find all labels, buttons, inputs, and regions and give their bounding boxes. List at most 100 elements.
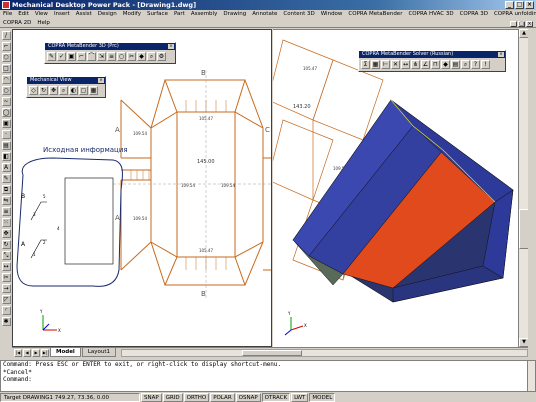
stretch-tool-icon[interactable]: ↔ — [1, 262, 11, 271]
solver-palette[interactable]: COPRA MetaBender Solver (Russian) × Σ ▦ … — [358, 50, 506, 72]
check-icon[interactable]: ✓ — [57, 52, 66, 61]
tab-next-icon[interactable]: ▶ — [32, 348, 40, 357]
close-icon[interactable]: × — [98, 78, 104, 83]
menu-item-copra-2d[interactable]: COPRA 2D — [3, 19, 31, 27]
box-icon[interactable]: ▣ — [67, 52, 76, 61]
orbit-icon[interactable]: ↻ — [39, 86, 48, 95]
polyline-tool-icon[interactable]: ⌐ — [1, 42, 11, 51]
scale-tool-icon[interactable]: ⤡ — [1, 251, 11, 260]
wireframe-icon[interactable]: ▢ — [79, 86, 88, 95]
menu-item-window[interactable]: Window — [321, 10, 343, 19]
mechanical-view-palette[interactable]: Mechanical View × ◇ ↻ ✥ ⌕ ◐ ▢ ▦ — [26, 76, 106, 98]
pan-icon[interactable]: ✥ — [49, 86, 58, 95]
part-icon[interactable]: ◆ — [441, 60, 450, 69]
zoom-window-icon[interactable]: ⌕ — [59, 86, 68, 95]
tab-last-icon[interactable]: ▶| — [41, 348, 49, 357]
flange-icon[interactable]: ⌐ — [77, 52, 86, 61]
hide-icon[interactable]: ▦ — [89, 86, 98, 95]
weld-icon[interactable]: ⋔ — [411, 60, 420, 69]
hscroll-thumb[interactable] — [242, 349, 303, 356]
view-3d-icon[interactable]: ◇ — [29, 86, 38, 95]
close-icon[interactable]: × — [498, 52, 504, 57]
hatch-tool-icon[interactable]: ▤ — [1, 141, 11, 150]
fillet-tool-icon[interactable]: ◜ — [1, 306, 11, 315]
explode-tool-icon[interactable]: ✱ — [1, 317, 11, 326]
menu-item-copra-metabender[interactable]: COPRA MetaBender — [348, 10, 402, 19]
menu-item-copra-hvac-3d[interactable]: COPRA HVAC 3D — [408, 10, 453, 19]
menu-item-copra-unfolding[interactable]: COPRA unfolding — [494, 10, 536, 19]
rotate-tool-icon[interactable]: ↻ — [1, 240, 11, 249]
doc-minimize-button[interactable]: _ — [510, 21, 517, 27]
copy-tool-icon[interactable]: ⧉ — [1, 185, 11, 194]
help-icon[interactable]: ? — [471, 60, 480, 69]
erase-tool-icon[interactable]: ✎ — [1, 174, 11, 183]
rib-icon[interactable]: ≡ — [107, 52, 116, 61]
menu-item-copra-3d[interactable]: COPRA 3D — [460, 10, 488, 19]
model-toggle[interactable]: MODEL — [309, 392, 336, 402]
menu-item-assembly[interactable]: Assembly — [191, 10, 218, 19]
calc-icon[interactable]: Σ — [361, 60, 370, 69]
vertical-scrollbar[interactable]: ▲ ▼ — [518, 29, 529, 347]
mirror-tool-icon[interactable]: ⇋ — [1, 196, 11, 205]
minimize-button[interactable]: _ — [505, 1, 514, 9]
tab-model[interactable]: Model — [50, 348, 81, 357]
ortho-toggle[interactable]: ORTHO — [183, 392, 210, 402]
menu-item-drawing[interactable]: Drawing — [223, 10, 246, 19]
rectangle-tool-icon[interactable]: □ — [1, 64, 11, 73]
edit-icon[interactable]: ✎ — [47, 52, 56, 61]
solid-icon[interactable]: ◆ — [137, 52, 146, 61]
menu-item-content-3d[interactable]: Content 3D — [283, 10, 314, 19]
menu-item-part[interactable]: Part — [174, 10, 185, 19]
table-icon[interactable]: ▤ — [451, 60, 460, 69]
spline-tool-icon[interactable]: ~ — [1, 97, 11, 106]
arc-tool-icon[interactable]: ◠ — [1, 75, 11, 84]
palette-title[interactable]: COPRA MetaBender 3D (Prc) × — [45, 43, 175, 50]
menu-item-help[interactable]: Help — [37, 19, 50, 27]
block-tool-icon[interactable]: ▣ — [1, 119, 11, 128]
chamfer-tool-icon[interactable]: ◸ — [1, 295, 11, 304]
viewport-3d[interactable]: 105.47 143.20 109.54 X Y — [273, 29, 518, 347]
profile-icon[interactable]: ⊓ — [431, 60, 440, 69]
menu-item-view[interactable]: View — [35, 10, 48, 19]
unfold-icon[interactable]: ⇲ — [97, 52, 106, 61]
ellipse-tool-icon[interactable]: ◯ — [1, 108, 11, 117]
polygon-tool-icon[interactable]: ⬡ — [1, 53, 11, 62]
line-tool-icon[interactable]: / — [1, 31, 11, 40]
cut-icon[interactable]: ✂ — [127, 52, 136, 61]
bend-icon[interactable]: ⌒ — [87, 52, 96, 61]
angle-icon[interactable]: ∠ — [421, 60, 430, 69]
menu-item-insert[interactable]: Insert — [54, 10, 70, 19]
hole-icon[interactable]: ○ — [117, 52, 126, 61]
trim-tool-icon[interactable]: ✂ — [1, 273, 11, 282]
tab-prev-icon[interactable]: ◀ — [23, 348, 31, 357]
maximize-button[interactable]: □ — [515, 1, 524, 9]
grid-icon[interactable]: ▦ — [371, 60, 380, 69]
menu-item-surface[interactable]: Surface — [147, 10, 168, 19]
command-window[interactable]: Command: Press ESC or ENTER to exit, or … — [0, 360, 536, 392]
close-button[interactable]: × — [525, 1, 534, 9]
dim-icon[interactable]: ↔ — [401, 60, 410, 69]
array-tool-icon[interactable]: ⁙ — [1, 218, 11, 227]
menu-item-design[interactable]: Design — [98, 10, 117, 19]
palette-title[interactable]: COPRA MetaBender Solver (Russian) × — [359, 51, 505, 58]
tab-first-icon[interactable]: |◀ — [14, 348, 22, 357]
circle-tool-icon[interactable]: ○ — [1, 86, 11, 95]
zoom-icon[interactable]: ⌕ — [147, 52, 156, 61]
zoom-icon[interactable]: ⌕ — [461, 60, 470, 69]
shade-icon[interactable]: ◐ — [69, 86, 78, 95]
menu-item-annotate[interactable]: Annotate — [252, 10, 277, 19]
command-scrollbar[interactable] — [527, 361, 535, 391]
app-icon[interactable] — [2, 1, 10, 9]
otrack-toggle[interactable]: OTRACK — [261, 392, 291, 402]
menu-item-file[interactable]: File — [3, 10, 12, 19]
grid-toggle[interactable]: GRID — [162, 392, 183, 402]
close-icon[interactable]: × — [168, 44, 174, 49]
tab-layout1[interactable]: Layout1 — [81, 348, 117, 357]
point-tool-icon[interactable]: · — [1, 130, 11, 139]
osnap-toggle[interactable]: OSNAP — [235, 392, 261, 402]
lwt-toggle[interactable]: LWT — [291, 392, 309, 402]
settings-icon[interactable]: ⚙ — [157, 52, 166, 61]
metabender-palette[interactable]: COPRA MetaBender 3D (Prc) × ✎ ✓ ▣ ⌐ ⌒ ⇲ … — [44, 42, 176, 64]
region-tool-icon[interactable]: ◧ — [1, 152, 11, 161]
menu-item-edit[interactable]: Edit — [18, 10, 29, 19]
